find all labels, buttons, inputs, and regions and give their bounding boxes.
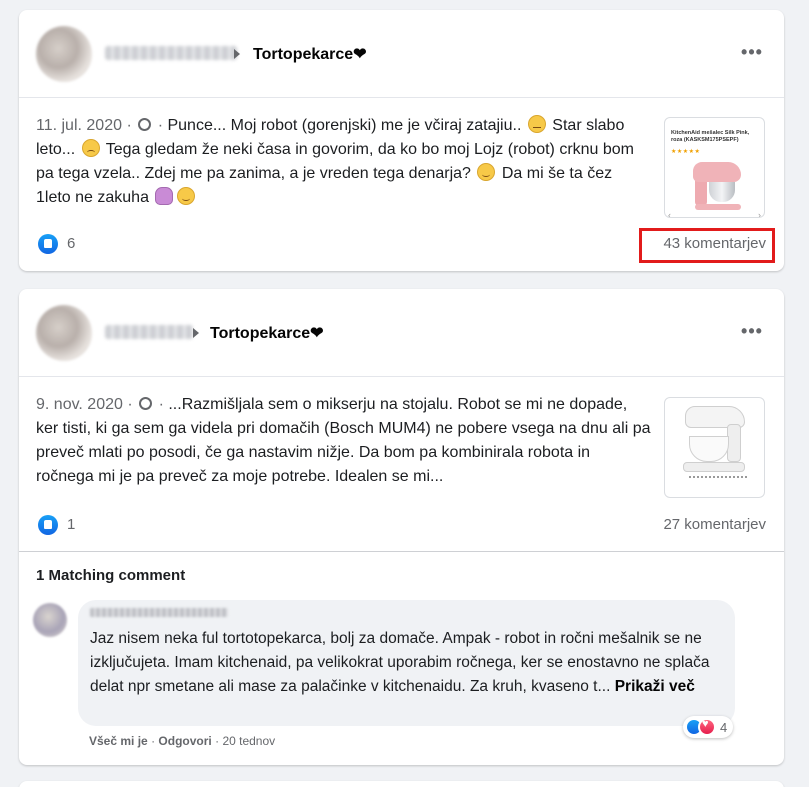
chevron-right-icon: › xyxy=(758,210,761,218)
like-reaction-icon xyxy=(38,515,58,535)
like-reaction-icon xyxy=(38,234,58,254)
separator: · xyxy=(157,117,164,134)
post-date[interactable]: 9. nov. 2020 xyxy=(36,396,123,413)
group-name[interactable]: Tortopekarce❤ xyxy=(210,323,324,343)
rating-stars-icon: ★★★★★ xyxy=(671,149,701,155)
grin-emoji-icon xyxy=(177,187,196,205)
love-reaction-icon xyxy=(698,718,716,736)
caret-right-icon xyxy=(193,328,199,338)
separator: · xyxy=(158,396,164,413)
comment-reactions[interactable]: 4 xyxy=(683,716,734,738)
person-shrugging-emoji-icon xyxy=(155,187,174,205)
post-header: Tortopekarce❤ ••• xyxy=(19,289,784,377)
post-card xyxy=(19,781,784,787)
post-card: Tortopekarce❤ ••• 11. jul. 2020 · · Punc… xyxy=(19,10,784,271)
comment-text: Jaz nisem neka ful tortotopekarca, bolj … xyxy=(90,627,720,699)
separator: · xyxy=(127,396,133,413)
divider xyxy=(19,551,784,552)
post-card: Tortopekarce❤ ••• 9. nov. 2020 · · ...Ra… xyxy=(19,289,784,765)
avatar[interactable] xyxy=(36,305,92,361)
highlight-box xyxy=(639,228,775,263)
eye-roll-emoji-icon xyxy=(527,115,546,133)
post-text-part: Punce... Moj robot (gorenjski) me je vči… xyxy=(167,117,522,134)
separator: · xyxy=(151,734,156,748)
pink-stand-mixer-image xyxy=(693,162,745,212)
post-text: 11. jul. 2020 · · Punce... Moj robot (go… xyxy=(36,114,651,210)
separator: · xyxy=(215,734,220,748)
post-date[interactable]: 11. jul. 2020 xyxy=(36,117,122,134)
white-stand-mixer-image xyxy=(679,406,753,490)
reaction-count: 4 xyxy=(720,719,728,735)
link-preview-thumbnail[interactable]: KitchenAid mešalec Silk Pink, roza (KASK… xyxy=(664,117,765,218)
comment-bubble: Jaz nisem neka ful tortotopekarca, bolj … xyxy=(78,600,735,726)
post-text: 9. nov. 2020 · · ...Razmišljala sem o mi… xyxy=(36,393,651,489)
reply-button[interactable]: Odgovori xyxy=(158,734,211,748)
sad-face-emoji-icon xyxy=(81,139,100,157)
caret-right-icon xyxy=(234,49,240,59)
author-name-blurred[interactable] xyxy=(105,325,193,339)
comment-time[interactable]: 20 tednov xyxy=(222,734,275,748)
group-name[interactable]: Tortopekarce❤ xyxy=(253,44,367,64)
grin-emoji-icon xyxy=(477,163,496,181)
chevron-left-icon: ‹ xyxy=(668,210,671,218)
like-count[interactable]: 6 xyxy=(67,235,75,252)
author-name-blurred[interactable] xyxy=(105,46,237,60)
like-comment-button[interactable]: Všeč mi je xyxy=(89,734,148,748)
globe-icon xyxy=(139,397,153,410)
comments-count[interactable]: 27 komentarjev xyxy=(663,516,766,533)
commenter-name-blurred[interactable] xyxy=(90,608,228,617)
more-options-icon[interactable]: ••• xyxy=(740,42,764,62)
separator: · xyxy=(126,117,132,134)
thumbnail-title: KitchenAid mešalec Silk Pink, roza (KASK… xyxy=(671,130,750,143)
post-header: Tortopekarce❤ ••• xyxy=(19,10,784,98)
matching-comment-label: 1 Matching comment xyxy=(36,567,186,584)
commenter-avatar[interactable] xyxy=(33,603,67,637)
see-more-link[interactable]: Prikaži več xyxy=(615,678,695,695)
comment-actions: Všeč mi je · Odgovori · 20 tednov xyxy=(89,734,275,748)
like-count[interactable]: 1 xyxy=(67,516,75,533)
avatar[interactable] xyxy=(36,26,92,82)
more-options-icon[interactable]: ••• xyxy=(740,321,764,341)
link-preview-thumbnail[interactable] xyxy=(664,397,765,498)
globe-icon xyxy=(138,118,152,131)
